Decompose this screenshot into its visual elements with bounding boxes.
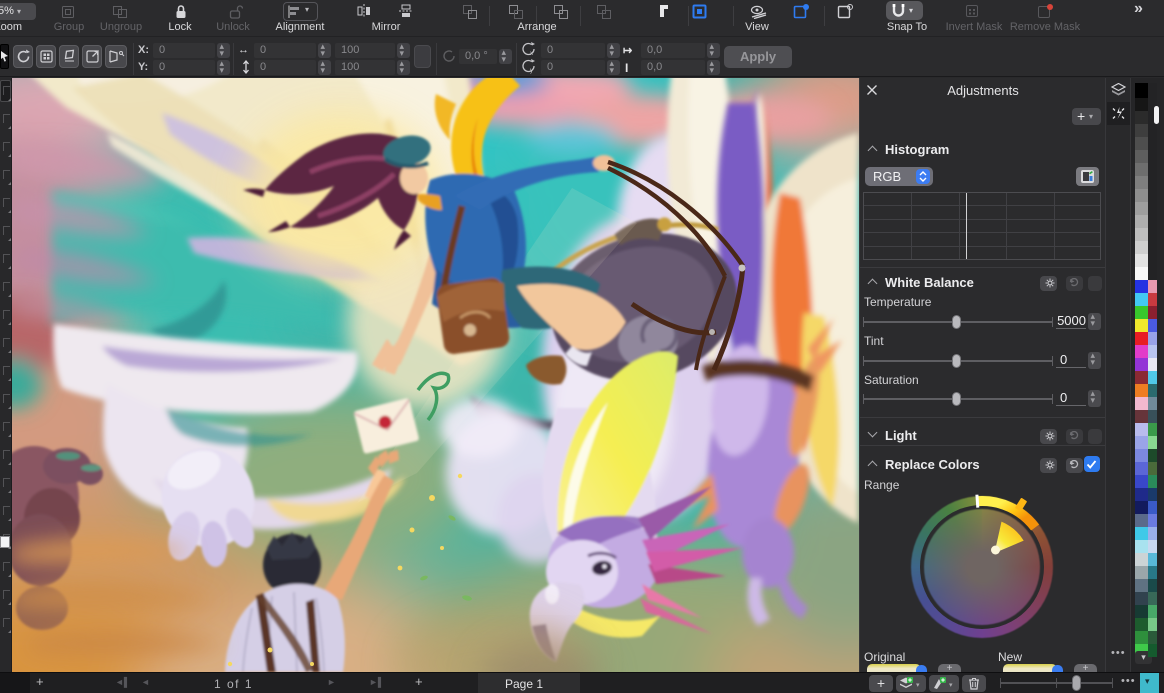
svg-text:x: x: [530, 51, 533, 57]
svg-text:y: y: [530, 68, 533, 74]
